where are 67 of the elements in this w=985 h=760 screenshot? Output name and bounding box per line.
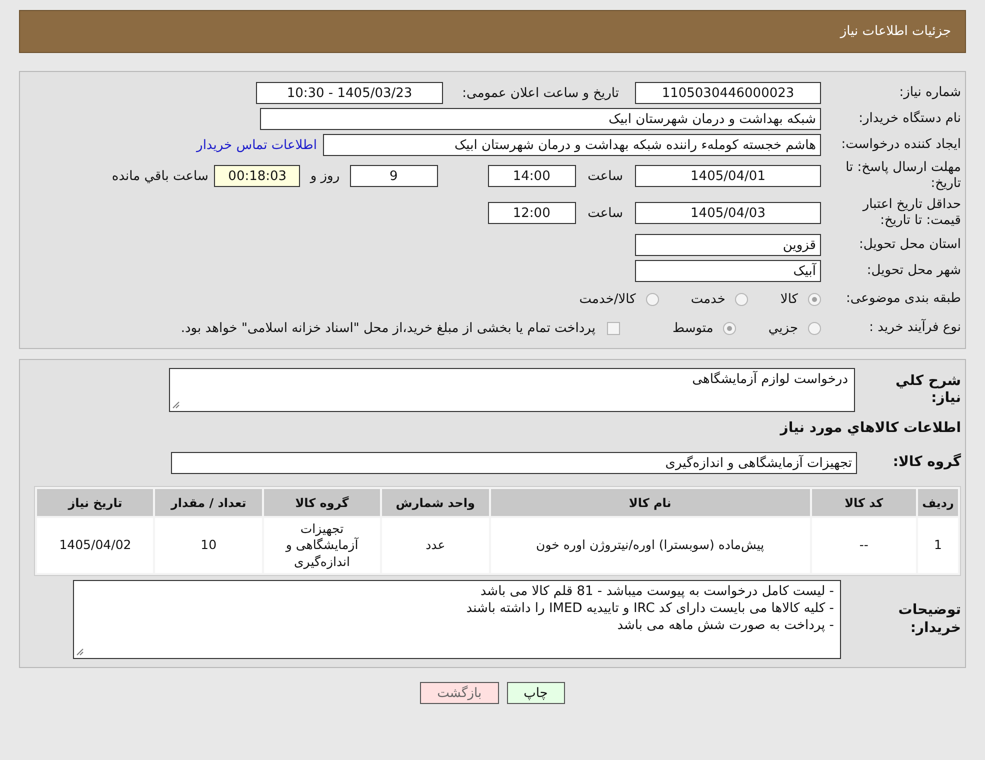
resize-grip-icon (76, 648, 84, 656)
province-field: قزوین (635, 234, 821, 256)
table-cell: 10 (155, 518, 262, 573)
creator-field: هاشم خجسته کوملهء راننده شبکه بهداشت و درمان شهرستان ابیک (323, 134, 821, 156)
field-label: توضیحات خریدار: (897, 602, 961, 637)
announce-date-field: 1405/03/23 - 10:30 (256, 82, 443, 104)
resize-grip-icon (172, 401, 180, 409)
column-header: گروه کالا (264, 489, 380, 516)
column-header: تعداد / مقدار (155, 489, 262, 516)
radio-icon (808, 292, 821, 306)
field-label: شرح کلي نیاز: (894, 372, 961, 408)
field-label: نوع فرآیند خرید : (868, 320, 961, 336)
table-cell: -- (812, 518, 916, 573)
table-cell: پیش‌ماده (سوبسترا) اوره/نیتروژن اوره خون (490, 518, 810, 573)
field-label: حداقل تاریخ اعتبار قیمت: تا تاریخ: (861, 196, 961, 230)
need-number-field: 1105030446000023 (635, 82, 821, 104)
field-label: ساعت باقي مانده (112, 168, 208, 184)
category-radio[interactable]: کالا (780, 292, 821, 306)
field-label: شماره نیاز: (898, 84, 961, 102)
column-header: نام کالا (490, 489, 810, 516)
radio-icon (646, 292, 659, 306)
payment-checkbox[interactable]: پرداخت تمام یا بخشی از مبلغ خرید،از محل "اسناد خزانه اسلامی" خواهد بود. (180, 320, 620, 336)
table-cell: عدد (382, 518, 489, 573)
table-cell: تجهیزات آزمایشگاهی و اندازه‌گیری (264, 518, 380, 573)
field-label: ساعت (588, 168, 623, 184)
note-line: - کلیه کالاها می بایست دارای کد IRC و تاییدیه IMED را داشته باشند (465, 600, 834, 618)
radio-icon (808, 322, 821, 334)
column-header: واحد شمارش (382, 489, 489, 516)
field-label: تاریخ و ساعت اعلان عمومی: (461, 86, 619, 100)
field-label: ایجاد کننده درخواست: (840, 136, 961, 154)
section-heading: اطلاعات کالاهاي مورد نیاز (778, 419, 961, 438)
radio-icon (723, 322, 736, 334)
table-cell: 1 (918, 518, 958, 573)
column-header: کد کالا (812, 489, 916, 516)
days-field: 9 (350, 165, 438, 187)
field-label: ساعت (588, 206, 623, 220)
category-radio[interactable]: کالا/خدمت (579, 292, 659, 306)
remaining-time-field: 00:18:03 (214, 165, 300, 187)
radio-icon (735, 292, 748, 306)
print-button[interactable]: چاپ (506, 682, 565, 704)
time-field: 12:00 (488, 202, 576, 224)
field-label: روز و (310, 168, 340, 184)
process-radio[interactable]: جزيي (768, 320, 821, 336)
field-label: استان محل تحویل: (858, 236, 961, 254)
field-label: مهلت ارسال پاسخ: تا تاریخ: (844, 160, 961, 192)
date-field: 1405/04/01 (635, 165, 821, 187)
column-header: تاریخ نیاز (37, 489, 154, 516)
buyer-contact-link[interactable]: اطلاعات تماس خریدار (196, 138, 317, 152)
field-label: نام دستگاه خریدار: (858, 110, 961, 128)
column-header: ردیف (918, 489, 958, 516)
field-label: گروه کالا: (892, 454, 961, 472)
description-field: درخواست لوازم آزمایشگاهی (169, 368, 855, 412)
city-field: آبیک (635, 260, 821, 282)
note-line: - لیست کامل درخواست به پیوست میباشد - 81 قلم کالا می باشد (479, 584, 834, 601)
checkbox-icon (607, 322, 620, 334)
time-field: 14:00 (488, 165, 576, 187)
back-button[interactable]: بازگشت (420, 682, 499, 704)
goods-group-field: تجهیزات آزمایشگاهی و اندازه‌گیری (171, 452, 857, 474)
field-label: شهر محل تحویل: (866, 262, 961, 280)
process-radio[interactable]: متوسط (672, 320, 736, 336)
date-field: 1405/04/03 (635, 202, 821, 224)
field-label: طبقه بندی موضوعی: (844, 290, 961, 308)
category-radio[interactable]: خدمت (690, 292, 748, 306)
page-header: جزئیات اطلاعات نیاز (19, 10, 966, 53)
buyer-field: شبکه بهداشت و درمان شهرستان ابیک (260, 108, 821, 130)
table-cell: 1405/04/02 (37, 518, 154, 573)
note-line: - پرداخت به صورت شش ماهه می باشد (616, 618, 834, 635)
